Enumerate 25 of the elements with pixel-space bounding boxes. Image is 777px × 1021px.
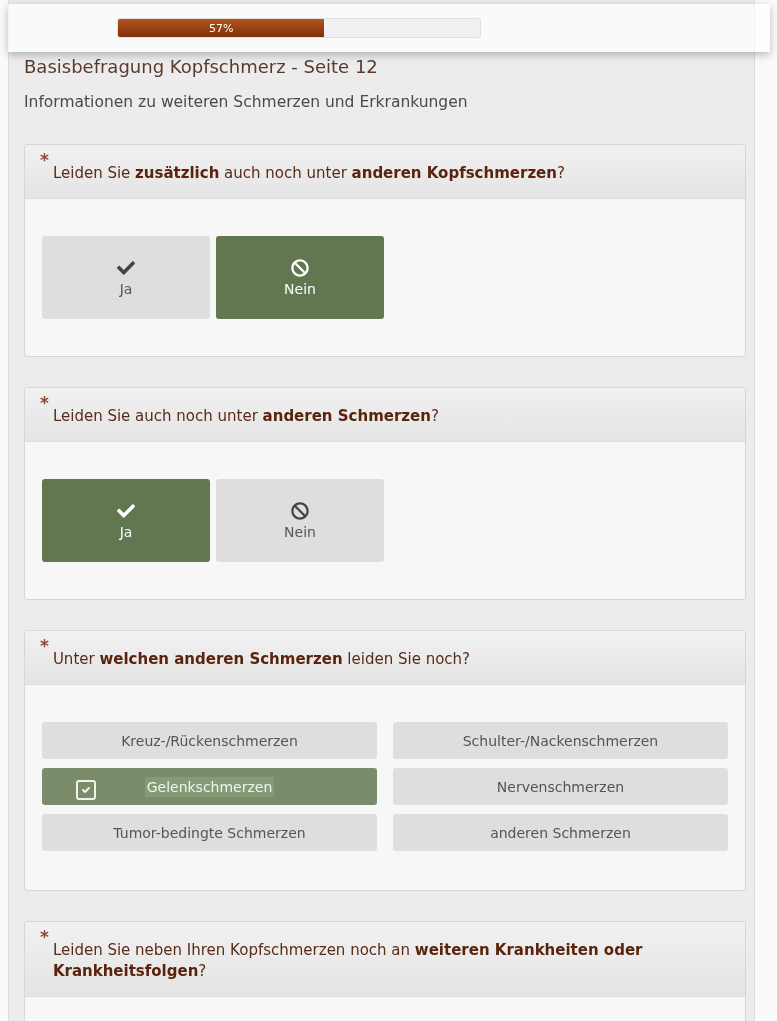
question-text: Leiden Sie zusätzlich auch noch unter anderen Kopfschmerzen?	[52, 163, 565, 184]
question-text: Leiden Sie auch noch unter anderen Schmerzen?	[52, 406, 439, 427]
answer-button[interactable]: Ja	[42, 479, 210, 562]
option-button[interactable]: anderen Schmerzen	[393, 814, 728, 851]
progress-fill: 57%	[118, 19, 325, 37]
page-subtitle: Informationen zu weiteren Schmerzen und Erkrankungen	[24, 93, 469, 111]
required-mark: *	[40, 930, 49, 944]
required-mark: *	[40, 639, 49, 653]
required-mark: *	[40, 153, 49, 167]
check-icon	[117, 501, 135, 520]
required-mark: *	[40, 396, 49, 410]
answer-button[interactable]: Ja	[42, 236, 210, 319]
ban-icon	[291, 501, 309, 520]
answer-button[interactable]: Nein	[216, 236, 384, 319]
question-text: Unter welchen anderen Schmerzen leiden Sie noch?	[52, 649, 471, 670]
check-icon	[117, 258, 135, 277]
answer-button[interactable]: Nein	[216, 479, 384, 562]
ban-icon	[291, 258, 309, 277]
page-title: Basisbefragung Kopfschmerz - Seite 12	[24, 56, 379, 77]
question-text: Leiden Sie neben Ihren Kopfschmerzen noch an weiteren Krankheiten oder Krankheitsfolgen?	[52, 940, 644, 982]
option-button[interactable]: Kreuz-/Rückenschmerzen	[42, 722, 377, 759]
option-button[interactable]: Schulter-/Nackenschmerzen	[393, 722, 728, 759]
option-button[interactable]: Nervenschmerzen	[393, 768, 728, 805]
option-button[interactable]: Tumor-bedingte Schmerzen	[42, 814, 377, 851]
checkbox-icon	[74, 778, 98, 802]
